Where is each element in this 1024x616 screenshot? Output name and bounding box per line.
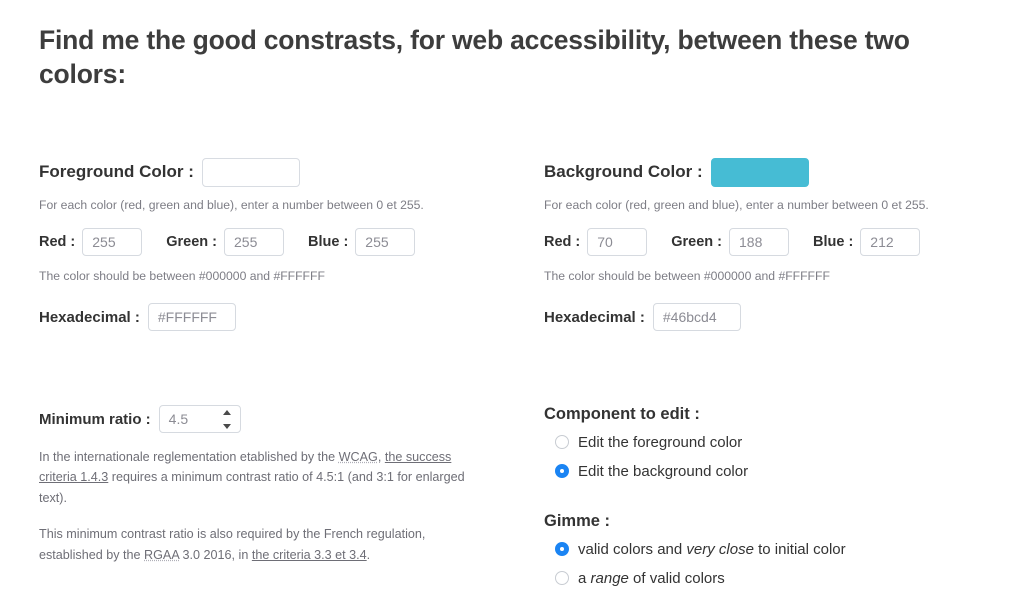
gimme-option0-post: to initial color [753, 540, 846, 558]
foreground-heading-row: Foreground Color : [39, 155, 509, 189]
rgaa-paragraph: This minimum contrast ratio is also requ… [39, 524, 471, 565]
background-blue-input[interactable] [860, 227, 921, 256]
background-rgb-row: Red : Green : Blue : [544, 227, 1014, 256]
gimme-option0-pre: valid colors and [578, 540, 687, 558]
foreground-red-field-group: Red : [39, 227, 143, 256]
foreground-color-section: Foreground Color : For each color (red, … [39, 155, 509, 332]
foreground-red-label: Red : [39, 233, 76, 250]
radio-label-very-close-colors: valid colors and very close to initial c… [578, 541, 846, 558]
chevron-up-icon[interactable] [222, 410, 231, 415]
minimum-ratio-value: 4.5 [168, 411, 189, 427]
radio-label-edit-foreground: Edit the foreground color [578, 433, 743, 451]
gimme-option1-emphasis: range [590, 569, 629, 587]
stepper-arrows-icon[interactable] [222, 410, 232, 429]
foreground-hex-input[interactable] [147, 303, 236, 332]
page-root: Find me the good constrasts, for web acc… [0, 0, 1024, 616]
radio-row-range-of-colors[interactable]: a range of valid colors [544, 565, 1014, 591]
background-green-label: Green : [671, 233, 723, 250]
foreground-red-input[interactable] [82, 227, 143, 256]
foreground-green-input[interactable] [224, 227, 285, 256]
background-hex-help-text: The color should be between #000000 and … [544, 268, 830, 283]
foreground-green-field-group: Green : [166, 227, 285, 256]
background-blue-field-group: Blue : [813, 227, 921, 256]
background-hex-row: Hexadecimal : [544, 303, 1014, 332]
gimme-option1-post: of valid colors [628, 569, 725, 587]
foreground-hex-help-text: The color should be between #000000 and … [39, 268, 325, 283]
background-blue-label: Blue : [813, 233, 854, 250]
radio-row-edit-background[interactable]: Edit the background color [544, 458, 1014, 484]
background-heading-row: Background Color : [544, 155, 1014, 189]
radio-row-edit-foreground[interactable]: Edit the foreground color [544, 429, 1014, 455]
background-color-label: Background Color : [544, 162, 703, 181]
rgaa-criteria-link[interactable]: the criteria 3.3 et 3.4 [252, 548, 367, 562]
gimme-title: Gimme : [544, 512, 611, 530]
minimum-ratio-stepper[interactable]: 4.5 [158, 405, 241, 433]
radio-row-very-close-colors[interactable]: valid colors and very close to initial c… [544, 536, 1014, 562]
rgaa-paragraph-part3: . [366, 547, 371, 562]
background-color-section: Background Color : For each color (red, … [544, 155, 1014, 332]
foreground-color-label: Foreground Color : [39, 162, 194, 181]
foreground-blue-label: Blue : [308, 233, 349, 250]
page-title: Find me the good constrasts, for web acc… [39, 25, 910, 89]
gimme-option1-pre: a [578, 569, 591, 587]
background-red-field-group: Red : [544, 227, 648, 256]
background-rgb-help-text: For each color (red, green and blue), en… [544, 198, 929, 212]
radio-button-edit-foreground[interactable] [555, 435, 569, 449]
radio-label-range-of-colors: a range of valid colors [578, 570, 725, 587]
foreground-color-swatch[interactable] [201, 157, 300, 187]
background-hex-label: Hexadecimal : [544, 308, 645, 326]
gimme-option0-emphasis: very close [686, 540, 754, 558]
radio-button-very-close-colors[interactable] [555, 542, 569, 556]
rgaa-abbreviation: RGAA [144, 547, 180, 562]
minimum-ratio-section: Minimum ratio : 4.5 In the international… [39, 405, 509, 565]
wcag-paragraph-part2: , [377, 450, 385, 464]
radio-button-range-of-colors[interactable] [555, 571, 569, 585]
radio-button-edit-background[interactable] [555, 464, 569, 478]
options-section: Component to edit : Edit the foreground … [544, 405, 1014, 594]
foreground-blue-input[interactable] [355, 227, 416, 256]
wcag-abbreviation: WCAG [338, 450, 378, 464]
foreground-hex-row: Hexadecimal : [39, 303, 509, 332]
foreground-green-label: Green : [166, 233, 218, 250]
minimum-ratio-label: Minimum ratio : [39, 410, 151, 428]
background-red-input[interactable] [587, 227, 648, 256]
rgaa-paragraph-part2: 3.0 2016, in [179, 547, 252, 562]
background-hex-input[interactable] [652, 303, 741, 332]
foreground-rgb-row: Red : Green : Blue : [39, 227, 509, 256]
foreground-hex-label: Hexadecimal : [39, 308, 140, 326]
component-to-edit-title: Component to edit : [544, 405, 700, 423]
chevron-down-icon[interactable] [222, 424, 231, 429]
wcag-paragraph: In the internationale reglementation eta… [39, 447, 471, 508]
background-red-label: Red : [544, 233, 581, 250]
background-green-input[interactable] [729, 227, 790, 256]
background-color-swatch[interactable] [710, 157, 809, 187]
foreground-rgb-help-text: For each color (red, green and blue), en… [39, 198, 424, 212]
foreground-blue-field-group: Blue : [308, 227, 416, 256]
minimum-ratio-row: Minimum ratio : 4.5 [39, 405, 509, 433]
background-green-field-group: Green : [671, 227, 790, 256]
radio-label-edit-background: Edit the background color [578, 462, 749, 480]
wcag-paragraph-part1: In the internationale reglementation eta… [39, 450, 339, 464]
